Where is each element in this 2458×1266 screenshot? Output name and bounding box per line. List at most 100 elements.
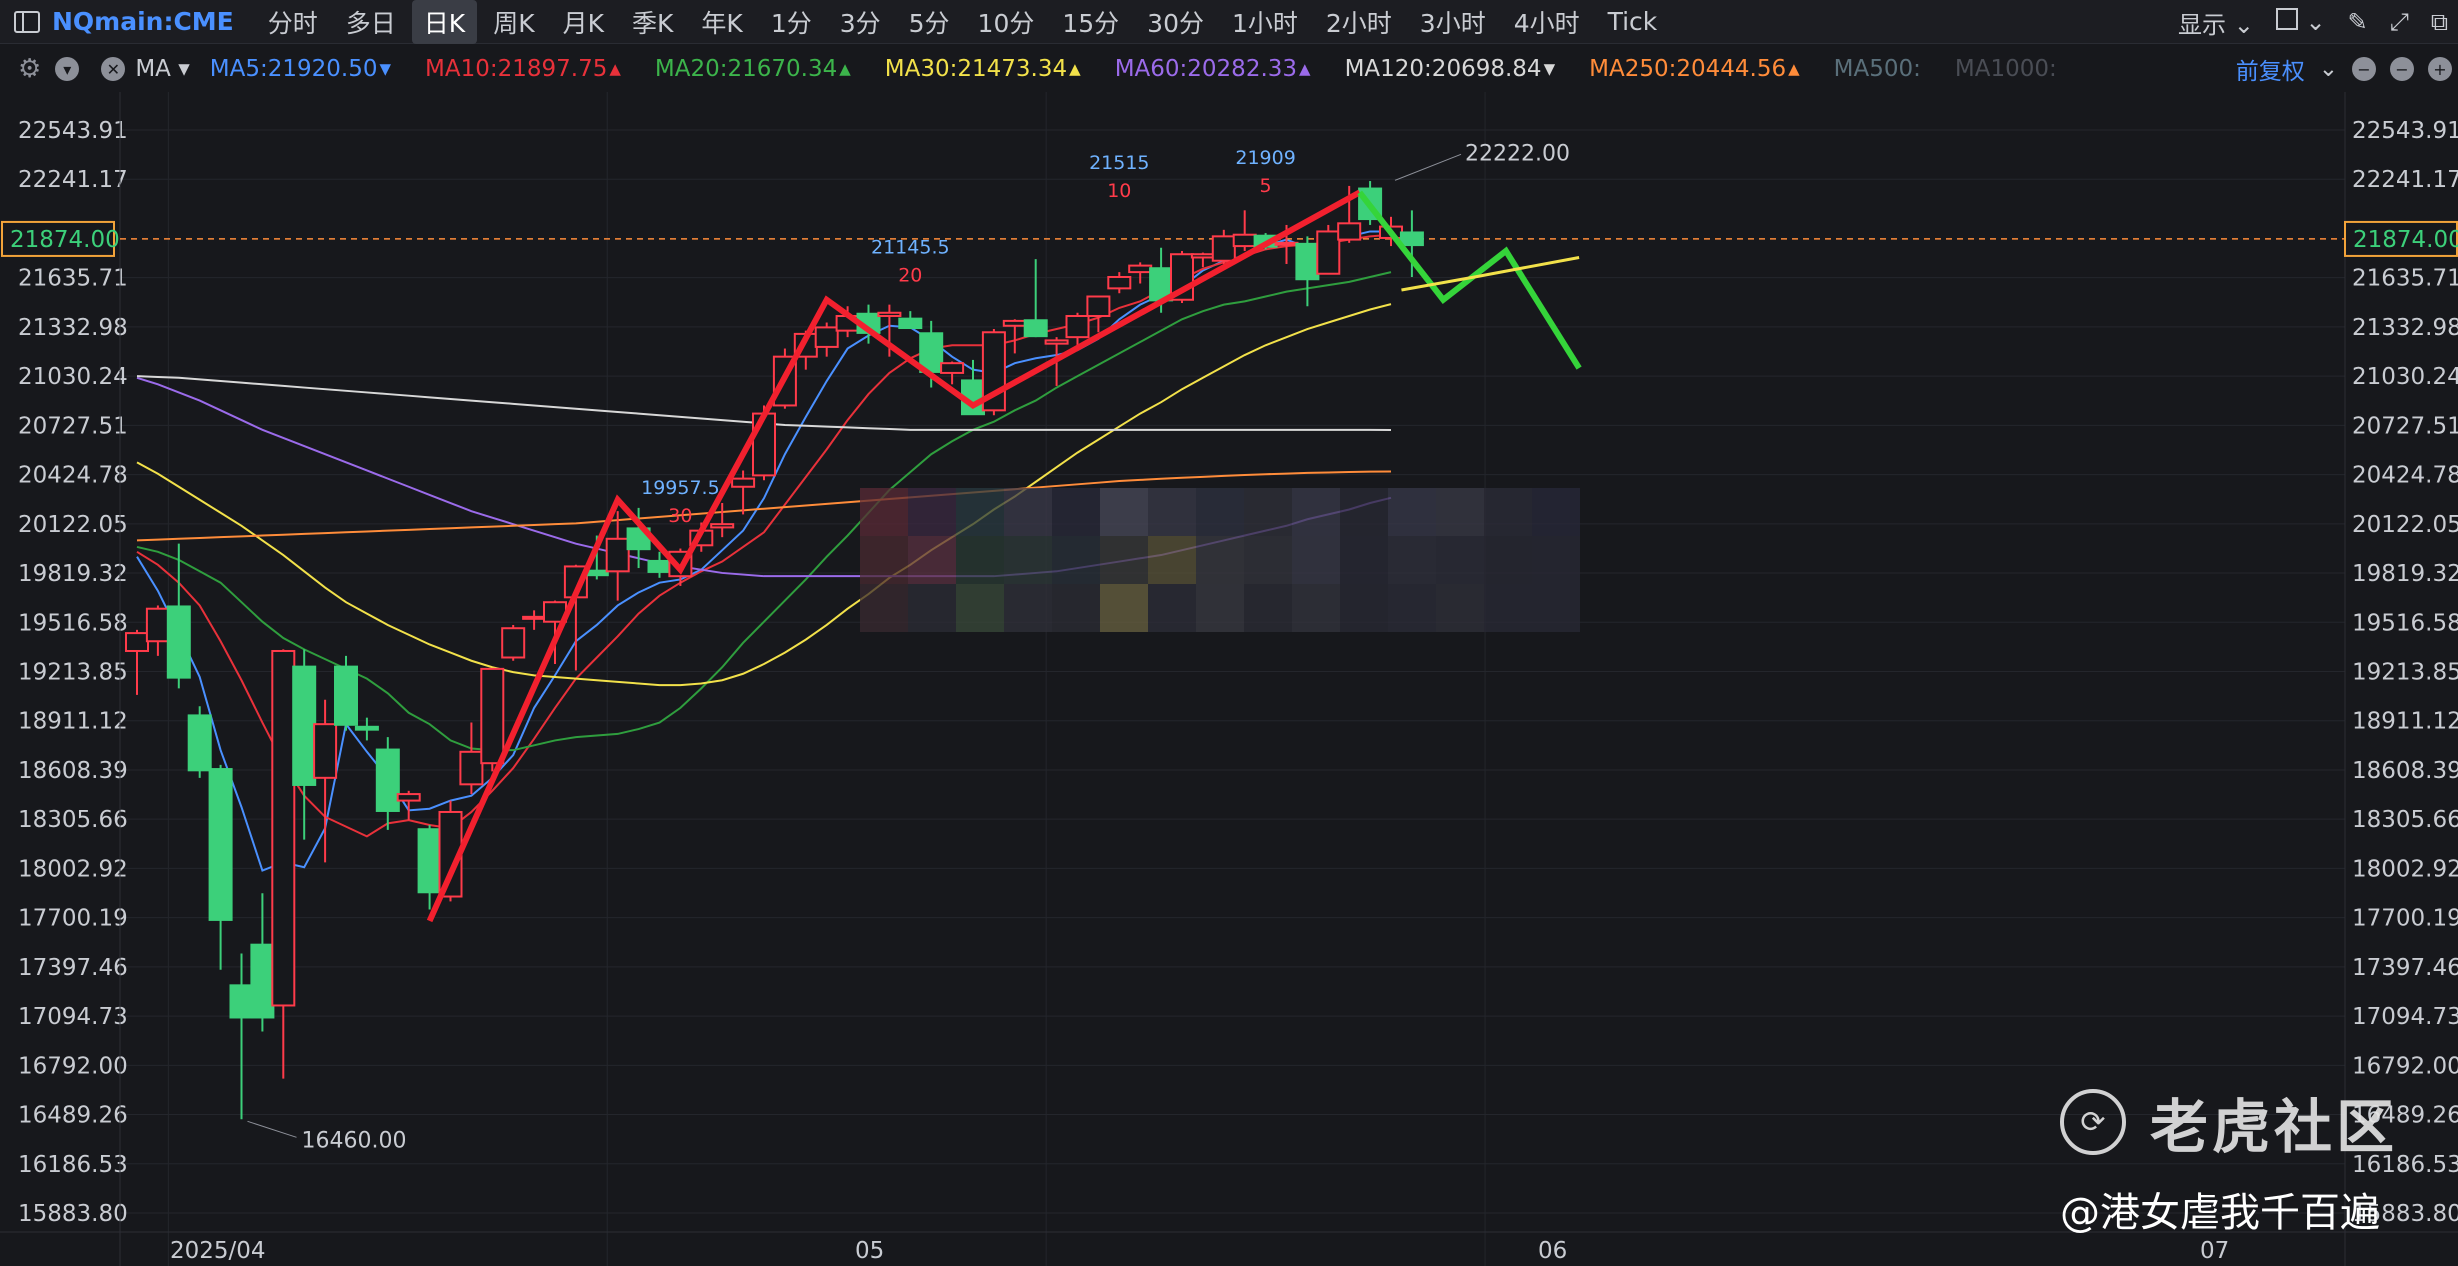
privacy-mosaic xyxy=(1004,488,1052,536)
ma-legend-item[interactable]: MA120:20698.84▾ xyxy=(1345,56,1556,82)
symbol-label[interactable]: NQmain:CME xyxy=(52,7,234,36)
top-toolbar: NQmain:CME 分时 多日 日K 周K 月K 季K 年K 1分 3分 5分 10分 15分 30分… xyxy=(0,0,2458,44)
minus-icon[interactable]: − xyxy=(2390,57,2414,81)
trend-arrow-icon: ▴ xyxy=(609,56,621,82)
privacy-mosaic xyxy=(1292,584,1340,632)
privacy-mosaic xyxy=(1340,536,1388,584)
current-price-label: 21874.00 xyxy=(2353,227,2458,253)
fullscreen-icon[interactable]: ⤢ xyxy=(2390,8,2409,36)
candle-body xyxy=(313,723,338,779)
privacy-mosaic xyxy=(1388,488,1436,536)
chevron-down-icon[interactable]: ⌄ xyxy=(2319,56,2338,82)
privacy-mosaic xyxy=(1436,584,1484,632)
y-tick-label-left: 19213.85 xyxy=(18,660,128,686)
tab-timeframe[interactable]: 4小时 xyxy=(1502,0,1592,44)
tab-timeframe[interactable]: 日K xyxy=(411,0,478,44)
ma-legend-item[interactable]: MA60:20282.33▴ xyxy=(1115,56,1311,82)
y-tick-label-right: 16792.00 xyxy=(2352,1053,2458,1079)
privacy-mosaic xyxy=(1100,536,1148,584)
candle-body xyxy=(292,665,317,786)
candle-body xyxy=(250,943,275,1019)
ma-legend-item[interactable]: MA250:20444.56▴ xyxy=(1589,56,1800,82)
y-tick-label-right: 17094.73 xyxy=(2352,1004,2458,1030)
ma-legend-label: MA250:20444.56 xyxy=(1589,56,1787,82)
draw-pen-icon[interactable]: ✎ xyxy=(2348,8,2368,36)
gear-icon[interactable]: ⚙ xyxy=(18,54,41,84)
privacy-mosaic xyxy=(1244,488,1292,536)
tab-timeframe[interactable]: 多日 xyxy=(334,0,408,44)
display-menu[interactable]: 显示 ⌄ xyxy=(2178,5,2254,40)
panel-toggle-icon[interactable] xyxy=(14,10,40,33)
indicator-select[interactable]: MA ▾ xyxy=(135,56,189,82)
tab-timeframe[interactable]: 1分 xyxy=(759,0,824,44)
privacy-mosaic xyxy=(1052,584,1100,632)
tab-timeframe[interactable]: 年K xyxy=(689,0,754,44)
privacy-mosaic xyxy=(1244,584,1292,632)
y-tick-label-left: 18911.12 xyxy=(18,709,128,735)
candle-body xyxy=(459,750,484,786)
tab-timeframe[interactable]: 3分 xyxy=(828,0,893,44)
tab-timeframe[interactable]: 15分 xyxy=(1050,0,1131,44)
y-tick-label-left: 17397.46 xyxy=(18,955,128,981)
ma-legend-item[interactable]: MA10:21897.75▴ xyxy=(425,56,621,82)
trend-arrow-icon: ▴ xyxy=(1069,56,1081,82)
y-tick-label-right: 17700.19 xyxy=(2352,906,2458,932)
layout-select[interactable]: ⌄ xyxy=(2275,8,2326,36)
ma-legend-item[interactable]: MA5:21920.50▾ xyxy=(210,56,391,82)
tab-timeframe[interactable]: 周K xyxy=(481,0,546,44)
y-tick-label-left: 20122.05 xyxy=(18,512,128,538)
privacy-mosaic xyxy=(1148,536,1196,584)
tab-timeframe[interactable]: 10分 xyxy=(966,0,1047,44)
tab-timeframe[interactable]: 分时 xyxy=(256,0,330,44)
y-tick-label-right: 18305.66 xyxy=(2352,807,2458,833)
candle-body xyxy=(940,362,965,374)
y-tick-label-left: 16792.00 xyxy=(18,1053,128,1079)
tab-timeframe[interactable]: 30分 xyxy=(1135,0,1216,44)
ma-legend-bar: ⚙ ▾ ✕ MA ▾ MA5:21920.50▾ MA10:21897.75▴ MA… xyxy=(0,46,2458,92)
add-icon[interactable]: + xyxy=(2428,57,2452,81)
privacy-mosaic xyxy=(1148,488,1196,536)
ma-legend-label: MA30:21473.34 xyxy=(884,56,1068,82)
candle-body xyxy=(1295,242,1320,281)
tab-timeframe[interactable]: 3小时 xyxy=(1408,0,1498,44)
watermark-brand: ⟳ 老虎社区 xyxy=(2060,1080,2398,1164)
tab-timeframe[interactable]: Tick xyxy=(1596,3,1670,40)
ma-legend-item[interactable]: MA30:21473.34▴ xyxy=(885,56,1081,82)
tab-timeframe[interactable]: 1小时 xyxy=(1220,0,1310,44)
privacy-mosaic xyxy=(1196,536,1244,584)
popout-icon[interactable]: ⧉ xyxy=(2431,8,2448,36)
privacy-mosaic xyxy=(956,536,1004,584)
x-tick-label: 2025/04 xyxy=(170,1238,266,1264)
tiger-logo-icon: ⟳ xyxy=(2060,1089,2126,1155)
tab-timeframe[interactable]: 季K xyxy=(620,0,685,44)
current-price-label: 21874.00 xyxy=(10,227,120,253)
y-tick-label-right: 20122.05 xyxy=(2352,512,2458,538)
collapse-icon[interactable]: ▾ xyxy=(55,57,80,81)
annotation-count-label: 5 xyxy=(1260,175,1272,197)
chevron-down-icon: ⌄ xyxy=(2305,8,2326,36)
candle-body xyxy=(396,793,421,802)
privacy-mosaic xyxy=(908,536,956,584)
annotation-leader xyxy=(247,1120,297,1138)
privacy-mosaic xyxy=(1100,488,1148,536)
minus-icon[interactable]: − xyxy=(2352,57,2376,81)
y-tick-label-left: 21635.71 xyxy=(18,266,128,292)
candle-body xyxy=(1107,275,1132,290)
tab-timeframe[interactable]: 月K xyxy=(551,0,616,44)
privacy-mosaic xyxy=(1292,536,1340,584)
tab-timeframe[interactable]: 2小时 xyxy=(1314,0,1404,44)
trend-line-green xyxy=(1357,190,1582,370)
ma-legend-item[interactable]: MA20:21670.34▴ xyxy=(655,56,851,82)
candle-body xyxy=(898,317,923,330)
adjust-select[interactable]: 前复权 xyxy=(2236,52,2305,86)
privacy-mosaic xyxy=(1532,488,1580,536)
candle-body xyxy=(1086,295,1111,318)
privacy-mosaic xyxy=(1196,488,1244,536)
trend-arrow-icon: ▾ xyxy=(1543,56,1556,82)
annotation-price-label: 21145.5 xyxy=(871,236,950,258)
close-icon[interactable]: ✕ xyxy=(101,57,126,81)
tab-timeframe[interactable]: 5分 xyxy=(897,0,962,44)
ma-legend-item[interactable]: MA1000: xyxy=(1955,56,2057,82)
y-tick-label-right: 17397.46 xyxy=(2352,955,2458,981)
ma-legend-item[interactable]: MA500: xyxy=(1834,56,1921,82)
